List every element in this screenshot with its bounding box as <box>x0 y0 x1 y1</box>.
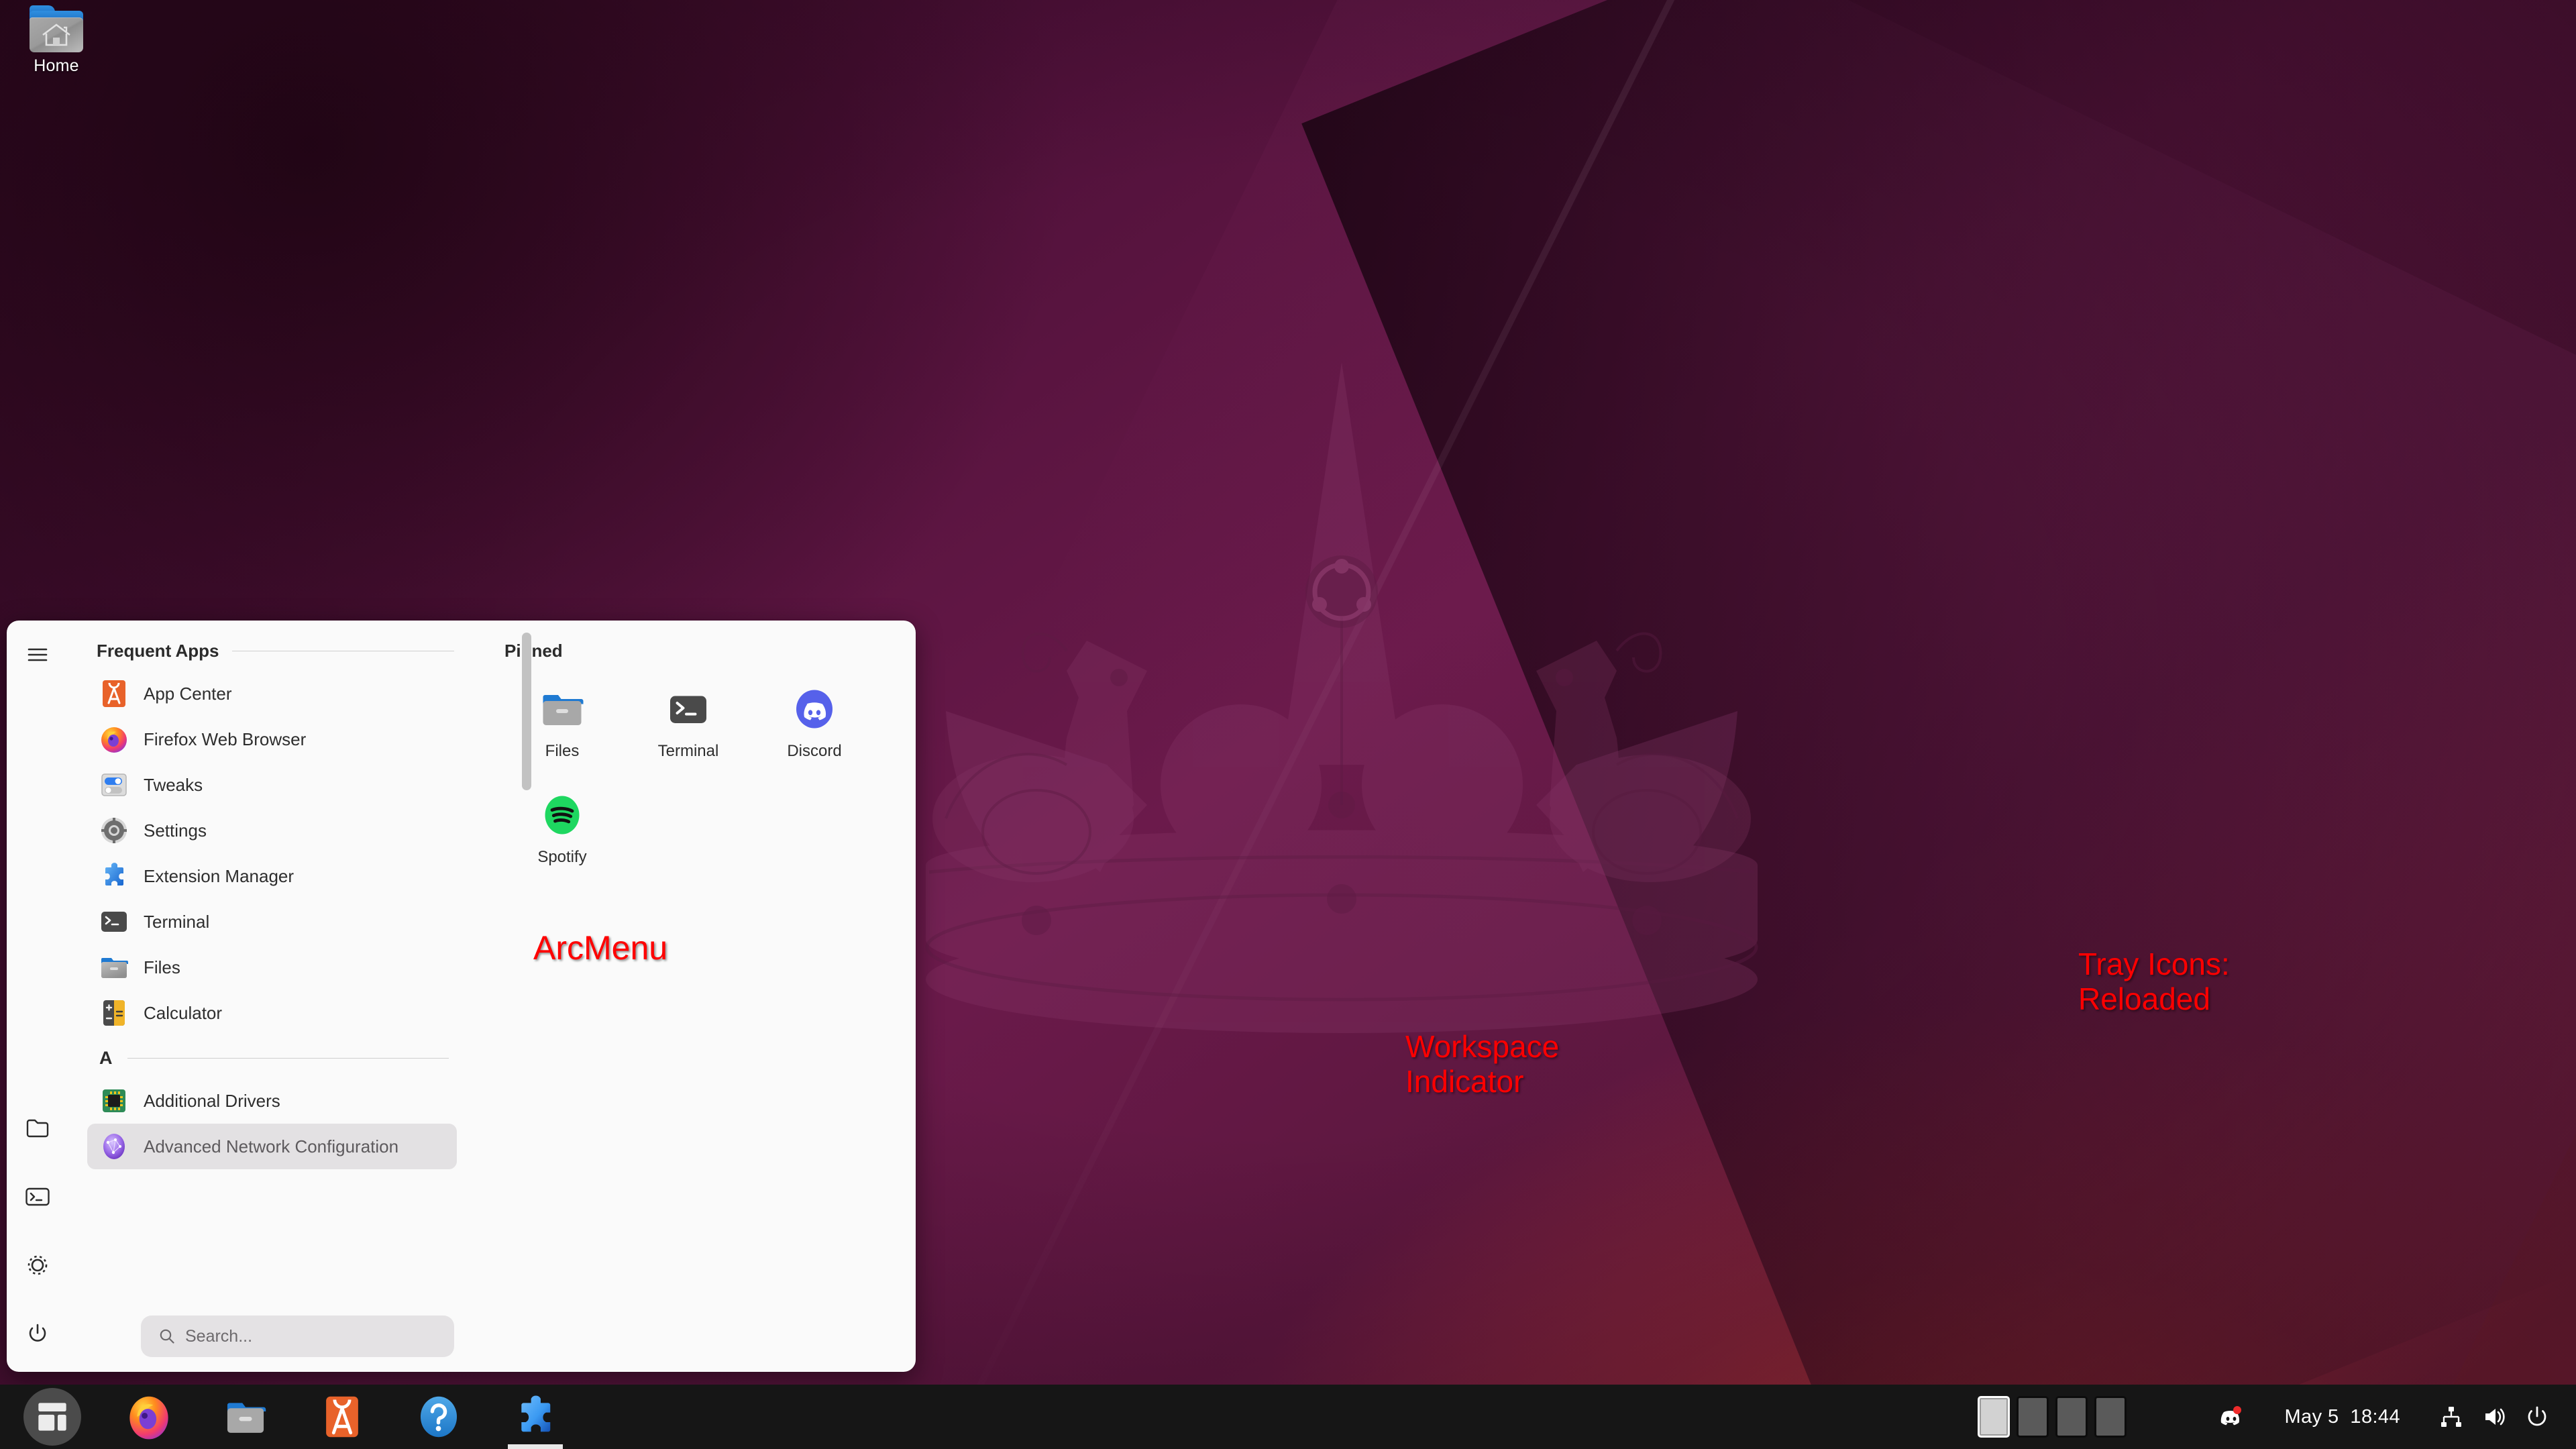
divider <box>127 1058 449 1059</box>
taskbar-app-center-button[interactable] <box>294 1385 390 1449</box>
search-placeholder: Search... <box>185 1326 253 1346</box>
workspace-2[interactable] <box>2016 1396 2049 1438</box>
firefox-icon <box>129 1396 168 1440</box>
alpha-section-header: A <box>99 1048 449 1069</box>
pinned-item-discord[interactable]: Discord <box>751 680 877 767</box>
sidebar-terminal-icon[interactable] <box>18 1177 57 1216</box>
arcmenu-sidebar <box>7 621 68 1372</box>
taskbar-arcmenu-button[interactable] <box>4 1385 101 1449</box>
app-label: Settings <box>144 820 207 841</box>
arcmenu-pinned-pane: Pinned Files Terminal Discord Spotify <box>474 621 916 1372</box>
alpha-apps-list: Additional Drivers Advanced Network Conf… <box>68 1075 469 1169</box>
app-label: Terminal <box>144 911 210 932</box>
puzzle-icon <box>521 1395 551 1432</box>
app-row-settings[interactable]: Settings <box>87 808 457 853</box>
arcmenu-panel: Frequent Apps App Center Firefox Web Bro… <box>7 621 916 1372</box>
desktop: Home Frequent Apps App Center Firefox We… <box>0 0 2576 1449</box>
folder-icon <box>540 687 584 731</box>
spotify-icon <box>540 793 584 837</box>
pinned-label: Discord <box>787 742 842 760</box>
taskbar-help-button[interactable] <box>390 1385 487 1449</box>
desktop-icon-label: Home <box>34 56 79 75</box>
app-row-files[interactable]: Files <box>87 945 457 990</box>
folder-icon <box>99 953 129 982</box>
app-label: Calculator <box>144 1002 223 1023</box>
pinned-label: Spotify <box>537 848 587 866</box>
app-label: Tweaks <box>144 774 203 795</box>
app-row-app-center[interactable]: App Center <box>87 671 457 716</box>
taskbar-status-area: May 5 18:44 <box>1977 1385 2576 1449</box>
sidebar-gear-icon[interactable] <box>18 1246 57 1285</box>
pinned-label: Terminal <box>657 742 719 760</box>
app-label: Advanced Network Configuration <box>144 1136 399 1157</box>
taskbar-firefox-button[interactable] <box>101 1385 197 1449</box>
terminal-icon <box>99 907 129 936</box>
clock[interactable]: May 5 18:44 <box>2255 1406 2430 1428</box>
workspace-indicator <box>1977 1396 2127 1438</box>
power-icon[interactable] <box>2516 1385 2559 1449</box>
chip-icon <box>99 1086 129 1116</box>
tray-discord-icon[interactable] <box>2207 1385 2255 1449</box>
puzzle-icon <box>99 861 129 891</box>
pinned-item-spotify[interactable]: Spotify <box>499 786 625 873</box>
app-row-extension-manager[interactable]: Extension Manager <box>87 853 457 899</box>
app-row-calculator[interactable]: Calculator <box>87 990 457 1036</box>
network-orb-icon <box>99 1132 129 1161</box>
app-row-tweaks[interactable]: Tweaks <box>87 762 457 808</box>
app-center-icon <box>99 679 129 708</box>
app-label: Firefox Web Browser <box>144 729 307 749</box>
arcmenu-grid-icon <box>38 1403 66 1431</box>
taskbar-extension-manager-button[interactable] <box>487 1385 584 1449</box>
search-area: Search... <box>141 1316 454 1357</box>
pinned-grid: Files Terminal Discord Spotify <box>499 680 916 873</box>
app-row-advanced-network-configuration[interactable]: Advanced Network Configuration <box>87 1124 457 1169</box>
app-row-terminal[interactable]: Terminal <box>87 899 457 945</box>
app-label: Additional Drivers <box>144 1090 280 1111</box>
calculator-icon <box>99 998 129 1028</box>
taskbar-files-button[interactable] <box>197 1385 294 1449</box>
app-row-additional-drivers[interactable]: Additional Drivers <box>87 1078 457 1124</box>
search-input[interactable]: Search... <box>141 1316 454 1357</box>
taskbar-app-area <box>0 1385 584 1449</box>
arcmenu-left-pane: Frequent Apps App Center Firefox Web Bro… <box>68 621 531 1372</box>
app-label: App Center <box>144 683 232 704</box>
discord-icon <box>792 687 837 731</box>
frequent-apps-header: Frequent Apps <box>97 641 469 661</box>
frequent-apps-title: Frequent Apps <box>97 641 219 661</box>
folder-icon <box>227 1403 266 1433</box>
app-label: Extension Manager <box>144 865 294 886</box>
workspace-3[interactable] <box>2055 1396 2088 1438</box>
menu-scrollbar[interactable] <box>522 633 531 790</box>
home-folder-icon <box>29 5 84 54</box>
network-wired-icon[interactable] <box>2430 1385 2473 1449</box>
pinned-label: Files <box>545 742 580 760</box>
volume-icon[interactable] <box>2473 1385 2516 1449</box>
desktop-icon-home[interactable]: Home <box>9 5 103 76</box>
sidebar-power-icon[interactable] <box>18 1314 57 1353</box>
hamburger-icon[interactable] <box>18 635 57 674</box>
workspace-1[interactable] <box>1977 1396 2010 1438</box>
frequent-apps-list: App Center Firefox Web Browser Tweaks Se… <box>68 668 469 1036</box>
alpha-letter: A <box>99 1048 113 1068</box>
pinned-title: Pinned <box>504 641 563 661</box>
tweaks-icon <box>99 770 129 800</box>
settings-gear-icon <box>99 816 129 845</box>
app-row-firefox[interactable]: Firefox Web Browser <box>87 716 457 762</box>
firefox-icon <box>99 724 129 754</box>
pinned-item-terminal[interactable]: Terminal <box>625 680 751 767</box>
app-center-icon <box>326 1396 358 1438</box>
taskbar: May 5 18:44 <box>0 1385 2576 1449</box>
workspace-4[interactable] <box>2094 1396 2127 1438</box>
terminal-icon <box>666 687 710 731</box>
sidebar-folder-icon[interactable] <box>18 1109 57 1148</box>
system-tray <box>2207 1385 2255 1449</box>
search-icon <box>160 1329 174 1344</box>
help-icon <box>420 1396 458 1438</box>
app-label: Files <box>144 957 180 977</box>
running-indicator <box>508 1444 563 1449</box>
pinned-item-files[interactable]: Files <box>499 680 625 767</box>
